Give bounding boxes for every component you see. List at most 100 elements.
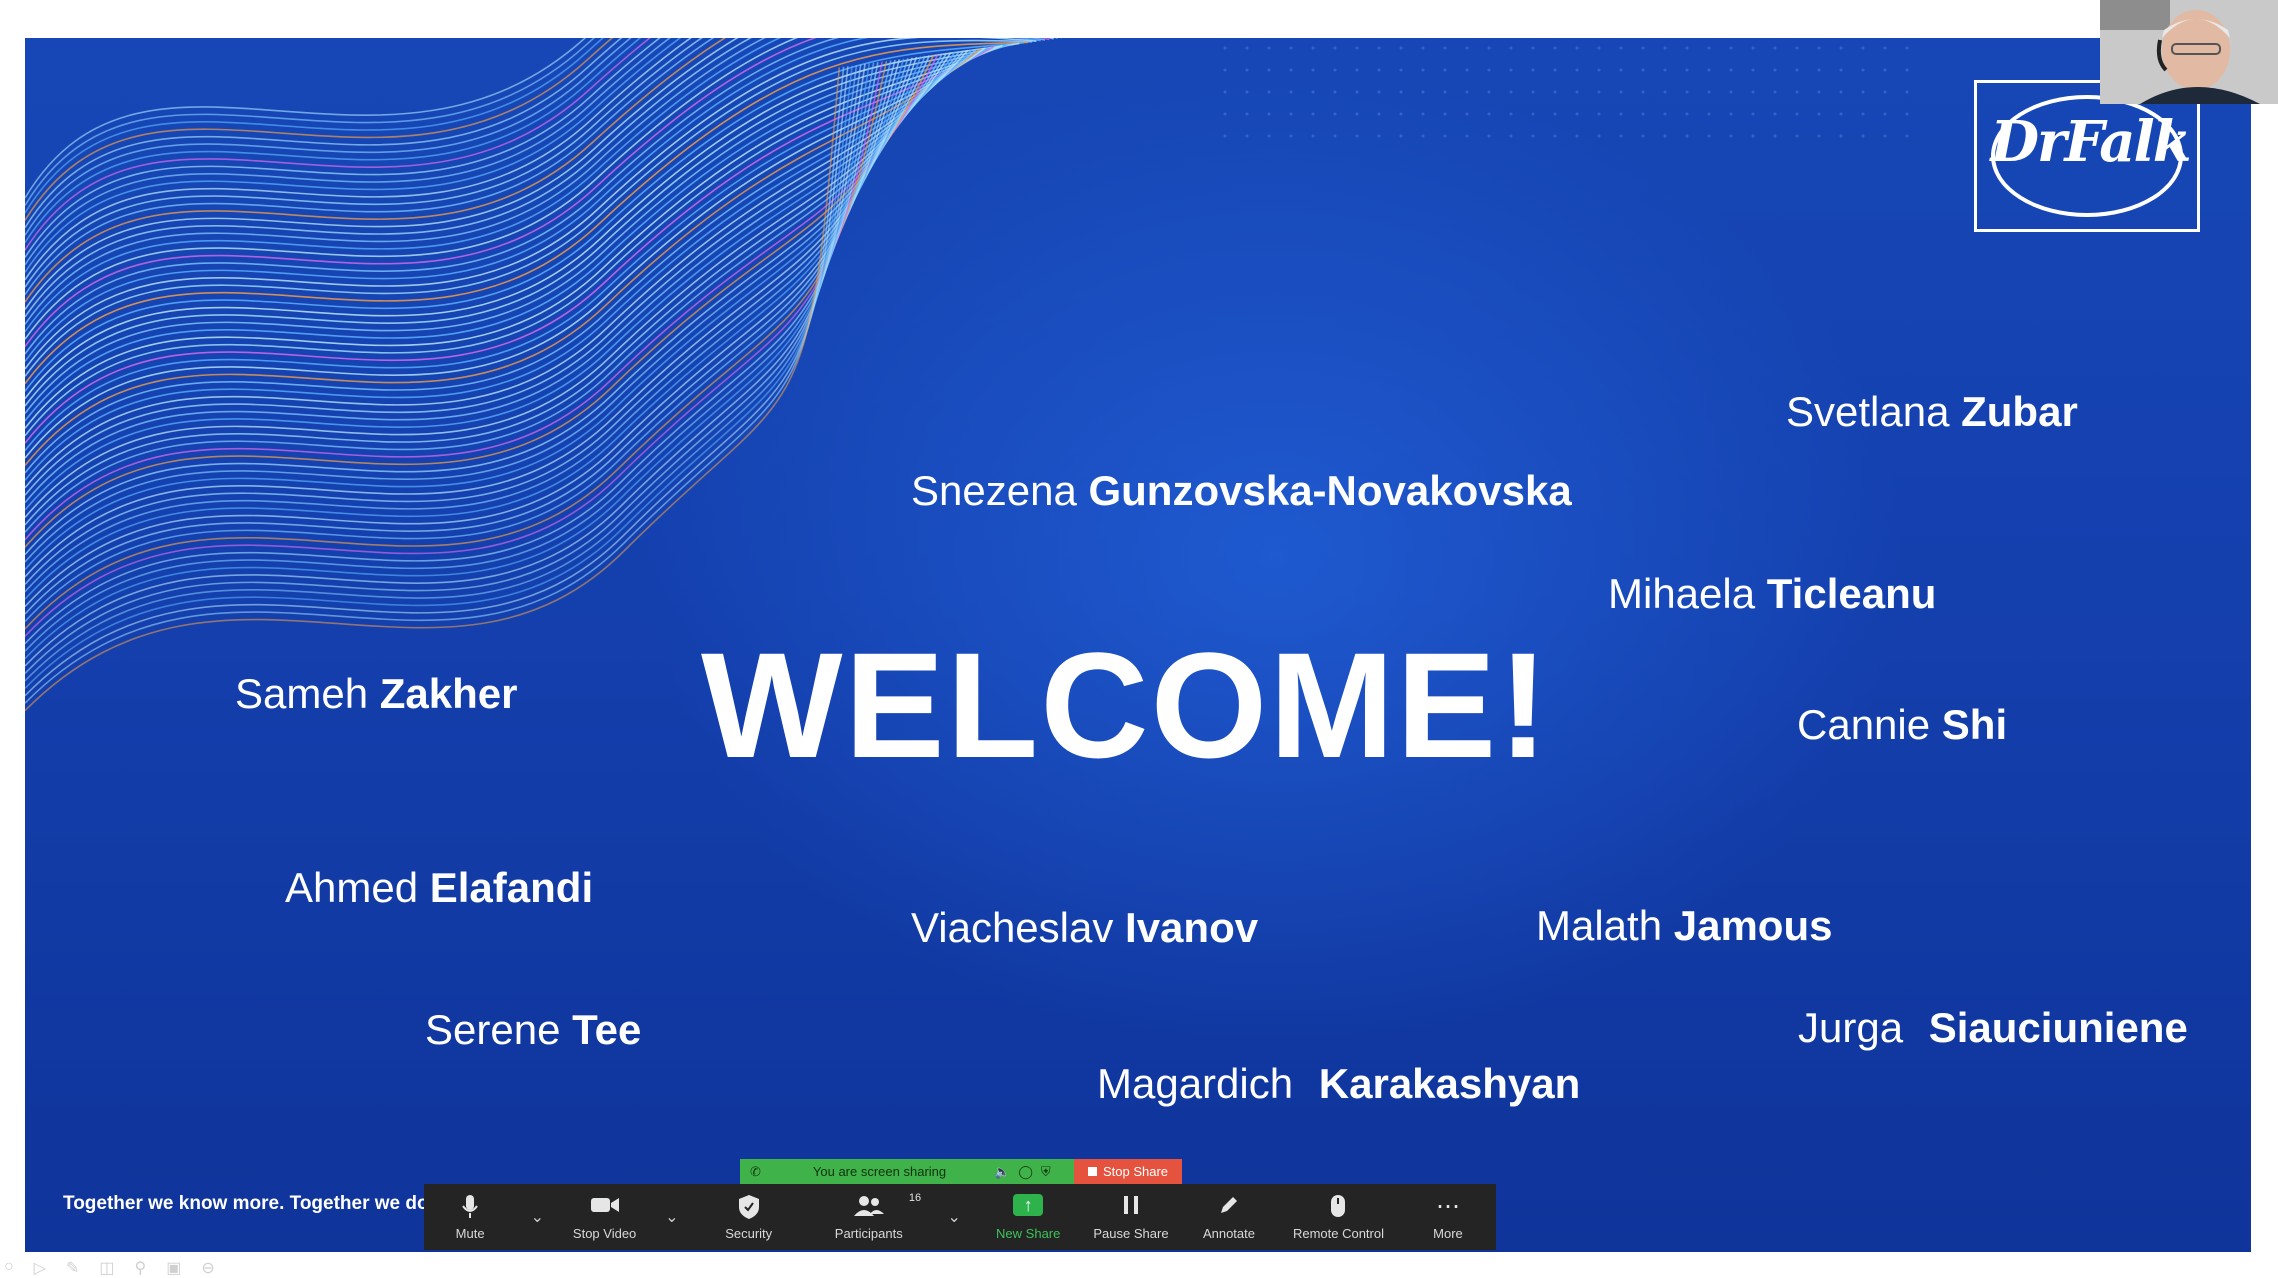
screen-sharing-banner: ✆ You are screen sharing 🔈 ◯ ⛨ Stop Shar… [740,1159,1182,1184]
video-options-caret[interactable]: ⌄ [651,1184,693,1250]
chevron-down-icon: ⌄ [530,1209,545,1226]
pattern-dot [1443,90,1447,94]
pattern-dot [1817,90,1821,94]
minus-icon[interactable]: ⊖ [201,1258,214,1278]
pattern-dot [1597,46,1601,50]
pattern-dot [1443,46,1447,50]
pattern-dot [1289,134,1293,138]
stop-share-button[interactable]: Stop Share [1074,1159,1182,1184]
pattern-dot [1861,134,1865,138]
pattern-dot [1553,90,1557,94]
pattern-dot [1509,46,1513,50]
pattern-dot [1905,68,1909,72]
pattern-dot [1333,112,1337,116]
shield-status-icon[interactable]: ⛨ [1041,1164,1051,1180]
more-button[interactable]: ⋯ More [1400,1184,1496,1250]
participants-count: 16 [908,1192,922,1204]
pattern-dot [1355,134,1359,138]
pattern-dot [1465,46,1469,50]
pattern-dot [1839,134,1843,138]
pattern-dot [1267,46,1271,50]
attendee-first-name: Magardich [1097,1060,1294,1107]
pattern-dot [1377,134,1381,138]
pattern-dot [1817,112,1821,116]
pattern-dot [1773,46,1777,50]
security-button[interactable]: Security [693,1184,804,1250]
pattern-dot [1531,134,1535,138]
new-share-button[interactable]: ↑ New Share [975,1184,1081,1250]
speaker-icon[interactable]: 🔈 [994,1164,1010,1180]
attendee-last-name: Elafandi [429,864,594,911]
pattern-dot [1245,90,1249,94]
participants-button[interactable]: 16 Participants [804,1184,933,1250]
more-label: More [1433,1225,1463,1241]
pattern-dot [1311,68,1315,72]
presenter-video-thumbnail[interactable] [2100,0,2278,104]
audio-options-caret[interactable]: ⌄ [516,1184,558,1250]
pattern-dot [1575,112,1579,116]
pattern-dot [1795,90,1799,94]
pattern-dot [1443,68,1447,72]
participants-options-caret[interactable]: ⌄ [933,1184,975,1250]
pattern-dot [1861,112,1865,116]
pattern-dot [1245,68,1249,72]
more-icon: ⋯ [1435,1192,1460,1220]
pattern-dot [1751,90,1755,94]
pause-share-button[interactable]: Pause Share [1081,1184,1181,1250]
pattern-dot [1817,46,1821,50]
pattern-dot [1883,46,1887,50]
attendee-first-name: Viacheslav [911,904,1114,951]
pattern-dot [1399,46,1403,50]
pattern-dot [1487,112,1491,116]
pattern-dot [1267,112,1271,116]
pattern-dot [1861,68,1865,72]
pen-icon[interactable]: ✎ [66,1258,79,1278]
record-icon[interactable]: ◯ [1018,1164,1033,1180]
pattern-dot [1663,112,1667,116]
arrow-icon[interactable]: ▷ [34,1258,46,1278]
pattern-dot [1773,112,1777,116]
pattern-dot [1421,46,1425,50]
copy-icon[interactable]: ◫ [99,1258,114,1278]
stop-video-button[interactable]: Stop Video [558,1184,650,1250]
chevron-down-icon: ⌄ [665,1209,679,1226]
stop-share-label: Stop Share [1102,1164,1169,1179]
pattern-dot [1333,134,1337,138]
annotate-button[interactable]: Annotate [1181,1184,1277,1250]
pattern-dot [1641,112,1645,116]
pattern-dot [1223,46,1227,50]
attendee-name: Viacheslav Ivanov [911,907,1258,949]
pattern-dot [1487,90,1491,94]
pattern-dot [1751,112,1755,116]
new-share-label: New Share [996,1225,1061,1241]
pattern-dot [1663,68,1667,72]
attendee-last-name: Ticleanu [1766,570,1937,617]
screen-icon[interactable]: ▣ [166,1258,181,1278]
attendee-name: Mihaela Ticleanu [1608,573,1936,615]
pattern-dot [1421,90,1425,94]
remote-control-button[interactable]: Remote Control [1277,1184,1400,1250]
pattern-dot [1267,134,1271,138]
pattern-dot [1597,112,1601,116]
attendee-name: Svetlana Zubar [1786,391,2078,433]
pattern-dot [1223,134,1227,138]
cursor-icon[interactable]: ○ [4,1258,14,1278]
pattern-dot [1377,68,1381,72]
remote-control-label: Remote Control [1292,1225,1384,1241]
pattern-dot [1289,112,1293,116]
zoom-icon[interactable]: ⚲ [135,1258,147,1278]
pattern-dot [1575,134,1579,138]
sharing-status-bar[interactable]: ✆ You are screen sharing 🔈 ◯ ⛨ [740,1159,1074,1184]
attendee-first-name: Ahmed [285,864,419,911]
pattern-dot [1443,112,1447,116]
pattern-dot [1773,134,1777,138]
attendee-last-name: Zubar [1961,388,2078,435]
pattern-dot [1685,46,1689,50]
mute-button[interactable]: Mute [424,1184,516,1250]
participants-label: Participants [834,1225,903,1241]
attendee-last-name: Tee [572,1006,642,1053]
pattern-dot [1795,68,1799,72]
security-label: Security [725,1225,773,1241]
pattern-dot [1465,68,1469,72]
phone-icon: ✆ [750,1163,761,1179]
